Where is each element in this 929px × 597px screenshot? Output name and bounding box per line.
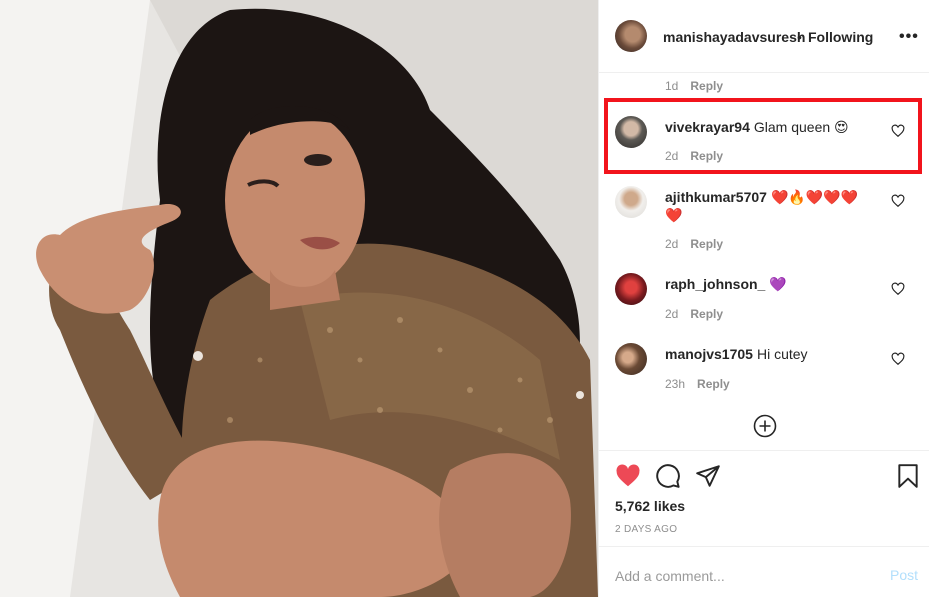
comment-input[interactable]	[615, 568, 865, 584]
commenter-avatar[interactable]	[615, 273, 647, 305]
comment-username[interactable]: manojvs1705	[665, 346, 753, 362]
comments-panel: manishayadavsuresh • Following ••• 1d Rep…	[598, 0, 929, 597]
comment-text: Hi cutey	[756, 346, 808, 362]
post-button[interactable]: Post	[890, 567, 918, 583]
owner-avatar[interactable]	[615, 20, 647, 52]
comment-time: 23h	[665, 377, 686, 391]
post-actions: 5,762 likes 2 DAYS AGO	[599, 450, 929, 546]
photo-illustration	[0, 0, 598, 597]
following-button[interactable]: Following	[808, 29, 873, 45]
comment-time: 2d	[665, 237, 679, 251]
comment-meta: 2d Reply	[665, 237, 723, 251]
heart-outline-icon[interactable]	[891, 194, 905, 208]
comment-username[interactable]: ajithkumar5707	[665, 189, 767, 205]
paper-plane-icon[interactable]	[695, 463, 721, 489]
plus-circle-icon[interactable]	[753, 414, 777, 438]
comment-time: 2d	[665, 307, 679, 321]
add-comment-bar: Post	[599, 546, 929, 597]
comment-meta: 23h Reply	[665, 377, 730, 391]
comment-icon[interactable]	[655, 463, 681, 489]
reply-button[interactable]: Reply	[697, 377, 730, 391]
post-header: manishayadavsuresh • Following •••	[599, 0, 929, 73]
reply-button[interactable]: Reply	[690, 237, 723, 251]
post-date: 2 DAYS AGO	[615, 524, 678, 535]
bookmark-icon[interactable]	[895, 463, 921, 489]
comment-text: 💜	[769, 276, 787, 292]
highlight-box	[604, 98, 922, 174]
commenter-avatar[interactable]	[615, 343, 647, 375]
comment-time: 1d	[665, 79, 679, 93]
heart-outline-icon[interactable]	[891, 282, 905, 296]
heart-outline-icon[interactable]	[891, 352, 905, 366]
reply-button[interactable]: Reply	[690, 307, 723, 321]
comment-meta: 2d Reply	[665, 307, 723, 321]
reply-button[interactable]: Reply	[690, 79, 723, 93]
post-photo[interactable]	[0, 0, 598, 597]
owner-username[interactable]: manishayadavsuresh	[663, 29, 805, 45]
previous-comment-meta: 1d Reply	[665, 79, 723, 93]
likes-count[interactable]: 5,762 likes	[615, 498, 685, 514]
comment-username[interactable]: raph_johnson_	[665, 276, 765, 292]
commenter-avatar[interactable]	[615, 186, 647, 218]
heart-filled-icon[interactable]	[615, 463, 641, 489]
more-options-icon[interactable]: •••	[899, 28, 919, 46]
header-separator: •	[797, 29, 802, 45]
